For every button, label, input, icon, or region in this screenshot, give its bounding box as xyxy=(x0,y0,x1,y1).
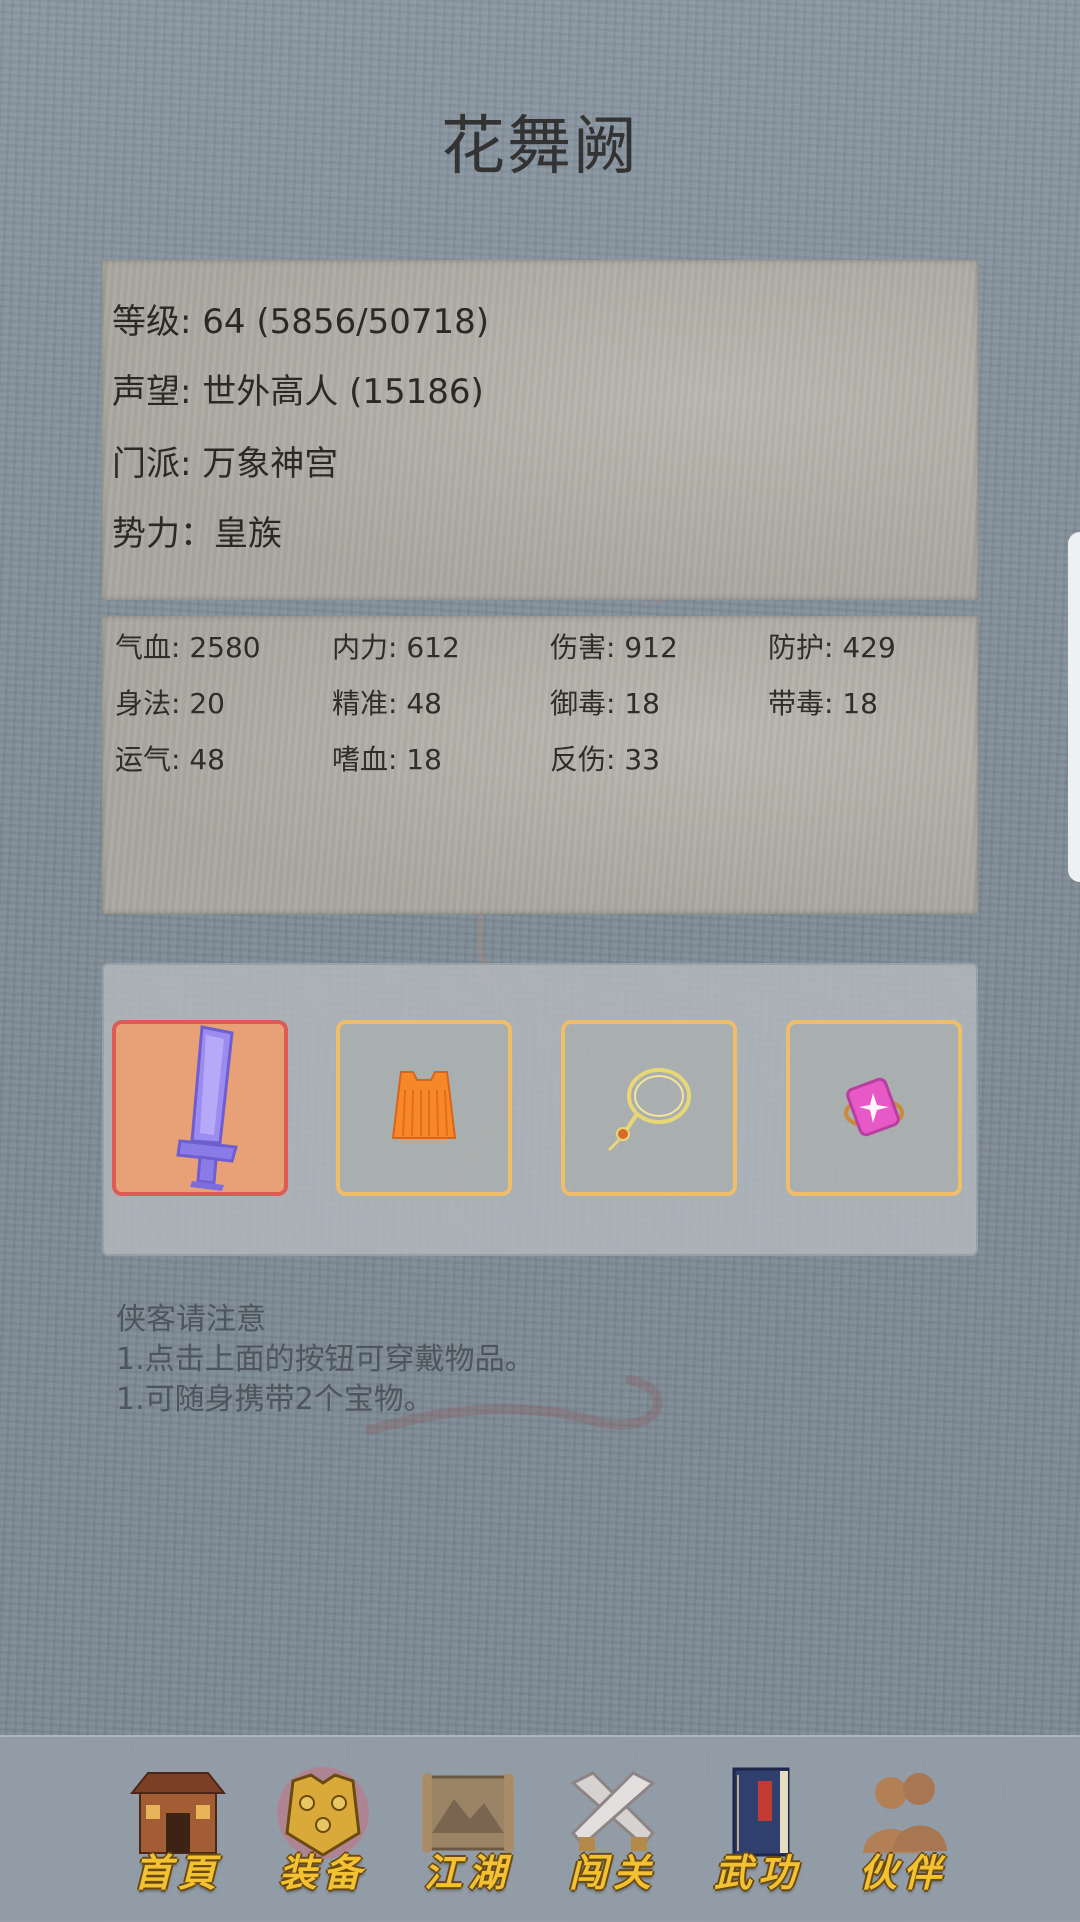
notice-title: 侠客请注意 xyxy=(116,1302,266,1337)
nav-equipment-label: 装备 xyxy=(278,1850,367,1895)
side-drawer-handle[interactable] xyxy=(1068,532,1080,882)
nav-jianghu[interactable]: 江湖 xyxy=(408,1763,528,1903)
stat-defense: 防护: 429 xyxy=(768,631,896,664)
sword-icon xyxy=(176,1025,238,1191)
equip-slot-necklace[interactable] xyxy=(561,1020,737,1196)
bottom-nav: 首頁 装备 江湖 闯关 武功 伙伴 xyxy=(0,1735,1080,1922)
equip-slot-armor[interactable] xyxy=(336,1020,512,1196)
reputation-text: 声望: 世外高人 (15186) xyxy=(112,372,484,412)
stat-hp: 气血: 2580 xyxy=(115,631,261,664)
stat-inner-power: 内力: 612 xyxy=(332,631,460,664)
stat-poison: 带毒: 18 xyxy=(768,687,878,720)
stat-reflect: 反伤: 33 xyxy=(550,743,660,776)
stat-luck: 运气: 48 xyxy=(115,743,225,776)
nav-equipment[interactable]: 装备 xyxy=(263,1763,383,1903)
character-name: 花舞阙 xyxy=(441,110,639,184)
nav-partners-label: 伙伴 xyxy=(858,1850,947,1895)
stat-agility: 身法: 20 xyxy=(115,687,225,720)
nav-martial-arts-label: 武功 xyxy=(713,1850,802,1895)
equip-slot-weapon[interactable] xyxy=(112,1020,288,1196)
stat-accuracy: 精准: 48 xyxy=(332,687,442,720)
sect-text: 门派: 万象神宫 xyxy=(112,444,339,484)
character-info-panel: 等级: 64 (5856/50718) 声望: 世外高人 (15186) 门派:… xyxy=(102,260,978,600)
stat-damage: 伤害: 912 xyxy=(550,631,678,664)
necklace-icon xyxy=(607,1068,691,1152)
nav-challenge-label: 闯关 xyxy=(568,1850,657,1895)
nav-home-label: 首頁 xyxy=(133,1850,222,1895)
attributes-panel: 气血: 2580 内力: 612 伤害: 912 防护: 429 身法: 20 … xyxy=(102,616,978,914)
stat-lifesteal: 嗜血: 18 xyxy=(332,743,442,776)
notice-line-1: 1.点击上面的按钮可穿戴物品。 xyxy=(116,1342,535,1377)
armor-vest-icon xyxy=(391,1071,457,1139)
stat-poison-resist: 御毒: 18 xyxy=(550,687,660,720)
notice-text-block: 侠客请注意 1.点击上面的按钮可穿戴物品。 1.可随身携带2个宝物。 xyxy=(116,1300,535,1420)
equip-slot-treasure[interactable] xyxy=(786,1020,962,1196)
equipment-panel xyxy=(102,963,978,1256)
nav-jianghu-label: 江湖 xyxy=(423,1850,512,1895)
nav-martial-arts[interactable]: 武功 xyxy=(698,1763,818,1903)
nav-home[interactable]: 首頁 xyxy=(118,1763,238,1903)
faction-text: 势力：皇族 xyxy=(112,514,282,554)
ring-gem-icon xyxy=(844,1077,904,1137)
nav-challenge[interactable]: 闯关 xyxy=(553,1763,673,1903)
notice-line-2: 1.可随身携带2个宝物。 xyxy=(116,1382,434,1417)
nav-partners[interactable]: 伙伴 xyxy=(843,1763,963,1903)
level-text: 等级: 64 (5856/50718) xyxy=(112,302,490,342)
